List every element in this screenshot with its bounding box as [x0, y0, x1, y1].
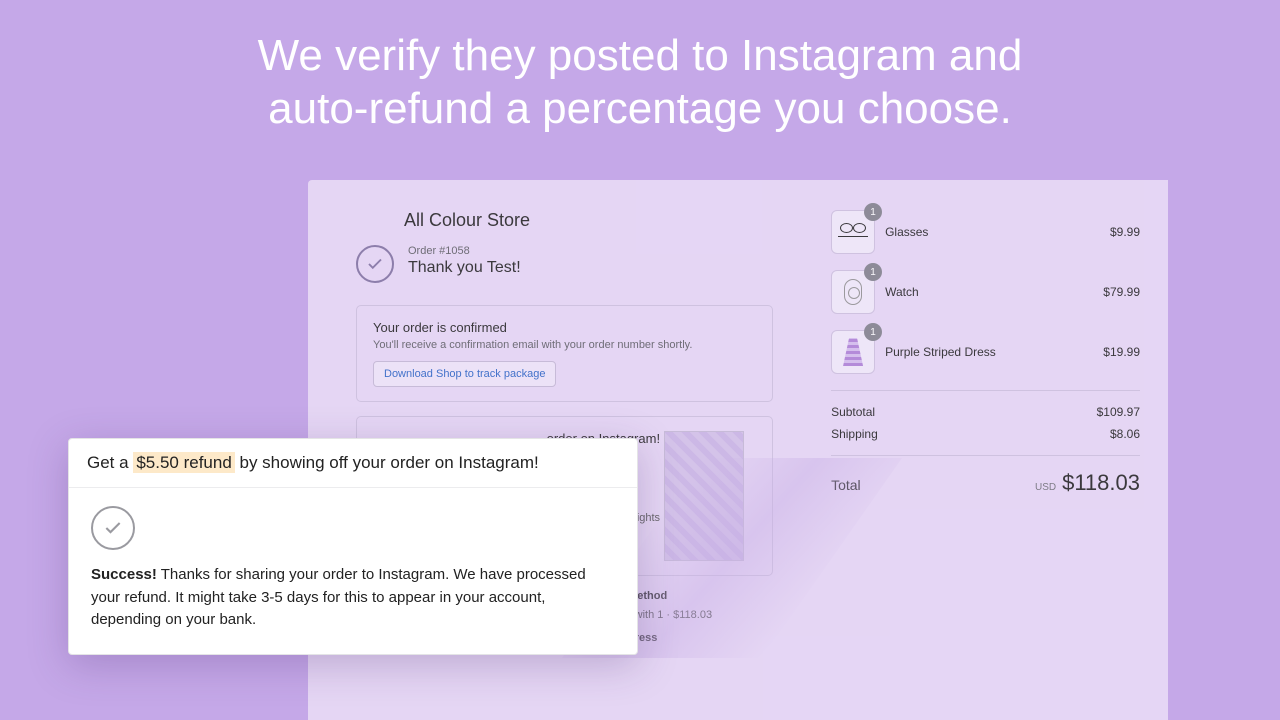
success-label: Success!	[91, 566, 157, 583]
thank-you-message: Thank you Test!	[408, 259, 521, 277]
total-label: Total	[831, 477, 861, 493]
divider	[831, 455, 1140, 456]
cart-item-name: Glasses	[885, 225, 1100, 239]
cart-item: 1 Purple Striped Dress $19.99	[831, 330, 1140, 374]
order-summary: 1 Glasses $9.99 1 Watch $79.99 1 Purple …	[811, 180, 1168, 720]
dress-icon	[843, 338, 863, 366]
subtotal-value: $109.97	[1097, 405, 1140, 419]
cart-item-name: Watch	[885, 285, 1093, 299]
marketing-headline: We verify they posted to Instagram and a…	[0, 0, 1280, 136]
success-check-icon	[91, 506, 135, 550]
headline-line-2: auto-refund a percentage you choose.	[268, 84, 1012, 133]
order-complete-icon	[356, 245, 394, 283]
cart-item: 1 Watch $79.99	[831, 270, 1140, 314]
order-confirmed-box: Your order is confirmed You'll receive a…	[356, 305, 773, 402]
product-thumb: 1	[831, 270, 875, 314]
promo-product-grid	[664, 431, 744, 561]
total-currency: USD	[1035, 482, 1056, 493]
confirm-subtitle: You'll receive a confirmation email with…	[373, 339, 756, 351]
headline-line-1: We verify they posted to Instagram and	[258, 31, 1023, 80]
cart-item: 1 Glasses $9.99	[831, 210, 1140, 254]
callout-heading: Get a $5.50 refund by showing off your o…	[69, 439, 637, 488]
product-thumb: 1	[831, 330, 875, 374]
callout-message: Success! Thanks for sharing your order t…	[91, 564, 615, 632]
glasses-icon	[838, 227, 868, 237]
cart-item-price: $9.99	[1110, 225, 1140, 239]
download-shop-button[interactable]: Download Shop to track package	[373, 361, 556, 387]
shipping-value: $8.06	[1110, 427, 1140, 441]
refund-success-callout: Get a $5.50 refund by showing off your o…	[68, 438, 638, 655]
refund-amount-highlight: $5.50 refund	[133, 452, 234, 473]
cart-item-price: $79.99	[1103, 285, 1140, 299]
divider	[831, 390, 1140, 391]
product-thumb: 1	[831, 210, 875, 254]
shipping-label: Shipping	[831, 427, 878, 441]
qty-badge: 1	[864, 263, 882, 281]
qty-badge: 1	[864, 323, 882, 341]
subtotal-label: Subtotal	[831, 405, 875, 419]
cart-item-name: Purple Striped Dress	[885, 345, 1093, 359]
order-number: Order #1058	[408, 245, 521, 257]
watch-icon	[844, 279, 862, 305]
total-value: $118.03	[1062, 470, 1140, 495]
confirm-title: Your order is confirmed	[373, 320, 756, 335]
cart-item-price: $19.99	[1103, 345, 1140, 359]
qty-badge: 1	[864, 203, 882, 221]
store-title: All Colour Store	[404, 210, 773, 231]
